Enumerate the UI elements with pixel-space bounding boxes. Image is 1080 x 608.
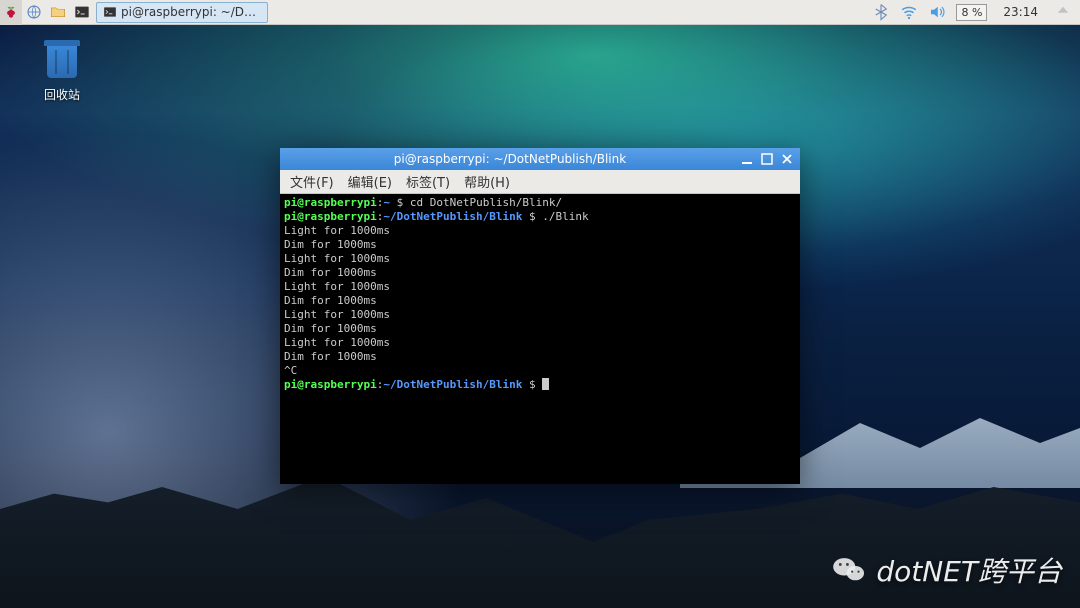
terminal-launcher[interactable] <box>70 0 94 25</box>
cpu-usage[interactable]: 8 % <box>956 4 987 21</box>
globe-icon <box>26 3 42 21</box>
taskbar-window-title: pi@raspberrypi: ~/Do... <box>121 5 261 19</box>
prompt-user: pi@raspberrypi <box>284 210 377 223</box>
watermark-text: dotNET跨平台 <box>876 550 1062 590</box>
clock[interactable]: 23:14 <box>997 5 1044 19</box>
prompt-dollar: $ <box>522 378 542 391</box>
prompt-user: pi@raspberrypi <box>284 196 377 209</box>
terminal-body[interactable]: pi@raspberrypi:~ $ cd DotNetPublish/Blin… <box>280 194 800 484</box>
desktop-trash-label: 回收站 <box>30 86 94 103</box>
command-text: ./Blink <box>542 210 588 223</box>
folder-icon <box>50 3 66 21</box>
menu-edit[interactable]: 编辑(E) <box>342 170 398 193</box>
trash-icon <box>44 40 80 82</box>
terminal-icon <box>103 5 117 19</box>
maximize-button[interactable] <box>758 151 776 167</box>
desktop-trash[interactable]: 回收站 <box>30 40 94 103</box>
menu-file[interactable]: 文件(F) <box>284 170 340 193</box>
maximize-icon <box>761 153 773 165</box>
taskbar-window-button[interactable]: pi@raspberrypi: ~/Do... <box>96 2 268 23</box>
prompt-path: ~ <box>383 196 390 209</box>
terminal-window: pi@raspberrypi: ~/DotNetPublish/Blink 文件… <box>280 148 800 484</box>
browser-launcher[interactable] <box>22 0 46 25</box>
prompt-user: pi@raspberrypi <box>284 378 377 391</box>
minimize-icon <box>741 153 753 165</box>
command-text: cd DotNetPublish/Blink/ <box>410 196 562 209</box>
window-title: pi@raspberrypi: ~/DotNetPublish/Blink <box>284 152 736 166</box>
prompt-path: ~/DotNetPublish/Blink <box>383 378 522 391</box>
prompt-dollar: $ <box>390 196 410 209</box>
eject-icon[interactable] <box>1054 3 1072 21</box>
watermark: dotNET跨平台 <box>830 550 1062 590</box>
terminal-menubar: 文件(F) 编辑(E) 标签(T) 帮助(H) <box>280 170 800 194</box>
file-manager-launcher[interactable] <box>46 0 70 25</box>
start-menu-button[interactable] <box>0 0 22 25</box>
wechat-icon <box>830 551 868 589</box>
menu-tabs[interactable]: 标签(T) <box>400 170 456 193</box>
system-tray: 8 % 23:14 <box>864 3 1080 21</box>
bluetooth-icon[interactable] <box>872 3 890 21</box>
minimize-button[interactable] <box>738 151 756 167</box>
window-titlebar[interactable]: pi@raspberrypi: ~/DotNetPublish/Blink <box>280 148 800 170</box>
prompt-path: ~/DotNetPublish/Blink <box>383 210 522 223</box>
terminal-icon <box>74 3 90 21</box>
close-icon <box>781 153 793 165</box>
prompt-dollar: $ <box>522 210 542 223</box>
terminal-output: Light for 1000ms Dim for 1000ms Light fo… <box>284 224 390 377</box>
taskbar: pi@raspberrypi: ~/Do... 8 % 23:14 <box>0 0 1080 25</box>
menu-help[interactable]: 帮助(H) <box>458 170 516 193</box>
volume-icon[interactable] <box>928 3 946 21</box>
terminal-cursor <box>542 378 549 390</box>
wifi-icon[interactable] <box>900 3 918 21</box>
raspberry-icon <box>4 4 18 20</box>
close-button[interactable] <box>778 151 796 167</box>
